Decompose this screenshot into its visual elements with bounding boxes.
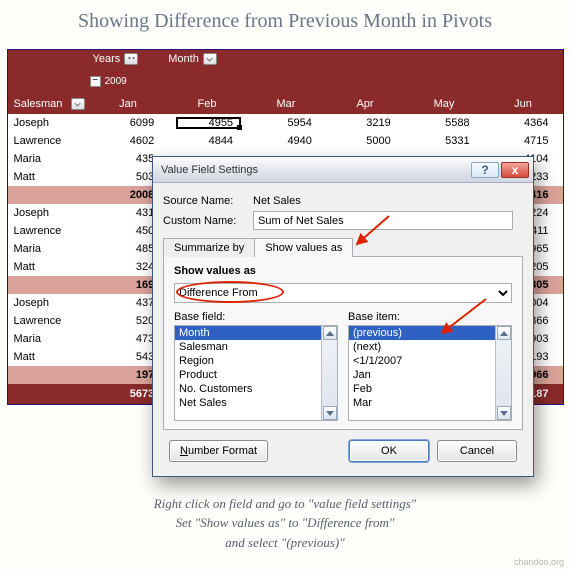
salesman-cell: Joseph: [8, 117, 90, 129]
show-values-as-label: Show values as: [174, 265, 512, 277]
table-row: Joseph609949555954321955884364: [8, 114, 563, 132]
selection-box: [176, 117, 241, 129]
value-cell[interactable]: 4364: [484, 117, 563, 129]
close-button[interactable]: x: [501, 162, 529, 178]
chevron-down-icon[interactable]: [203, 53, 217, 65]
month-header: May: [405, 98, 484, 110]
field-month[interactable]: Month: [168, 53, 217, 65]
tab-show-values-as[interactable]: Show values as: [254, 238, 353, 257]
base-field-list[interactable]: MonthSalesmanRegionProductNo. CustomersN…: [174, 325, 338, 421]
salesman-cell: Maria: [8, 243, 90, 255]
scroll-down-icon[interactable]: [497, 406, 511, 420]
value-field-settings-dialog: Value Field Settings ? x Source Name: Ne…: [152, 156, 534, 477]
salesman-cell: Lawrence: [8, 225, 90, 237]
value-cell[interactable]: 4940: [247, 135, 326, 147]
salesman-cell: Matt: [8, 351, 90, 363]
value-cell[interactable]: 4602: [89, 135, 168, 147]
month-header: Jun: [484, 98, 563, 110]
salesman-cell: Joseph: [8, 297, 90, 309]
filter-icon[interactable]: [124, 53, 138, 65]
list-item[interactable]: No. Customers: [175, 382, 337, 396]
source-name-label: Source Name:: [163, 195, 253, 207]
value-cell[interactable]: 3219: [326, 117, 405, 129]
value-cell[interactable]: 6099: [89, 117, 168, 129]
show-values-as-combo[interactable]: Difference From: [174, 283, 512, 303]
year-value: 2009: [105, 76, 127, 87]
caption-line: and select "(previous)": [0, 533, 570, 553]
pivot-topbar: Years Month − 2009: [8, 50, 563, 94]
list-item[interactable]: Net Sales: [175, 396, 337, 410]
field-years-label: Years: [93, 53, 121, 65]
list-item[interactable]: Salesman: [175, 340, 337, 354]
scrollbar[interactable]: [495, 326, 511, 420]
field-month-label: Month: [168, 53, 199, 65]
list-item[interactable]: Product: [175, 368, 337, 382]
month-header: Jan: [89, 98, 168, 110]
scroll-up-icon[interactable]: [323, 326, 337, 340]
scrollbar[interactable]: [321, 326, 337, 420]
help-button[interactable]: ?: [471, 162, 499, 178]
custom-name-input[interactable]: [253, 211, 513, 230]
salesman-cell: Matt: [8, 171, 90, 183]
value-cell[interactable]: 5331: [405, 135, 484, 147]
dialog-titlebar[interactable]: Value Field Settings ? x: [153, 157, 533, 183]
chevron-down-icon[interactable]: [71, 98, 85, 110]
custom-name-label: Custom Name:: [163, 215, 253, 227]
scroll-up-icon[interactable]: [497, 326, 511, 340]
salesman-cell: Matt: [8, 261, 90, 273]
value-cell[interactable]: 4844: [168, 135, 247, 147]
value-cell[interactable]: 4955: [168, 117, 247, 129]
value-cell[interactable]: 5588: [405, 117, 484, 129]
month-header: Mar: [247, 98, 326, 110]
base-item-list[interactable]: (previous)(next)<1/1/2007JanFebMar: [348, 325, 512, 421]
source-name-value: Net Sales: [253, 195, 301, 207]
field-years[interactable]: Years: [93, 53, 139, 65]
month-header: Feb: [168, 98, 247, 110]
tab-summarize-by[interactable]: Summarize by: [163, 238, 255, 257]
caption-line: Right click on field and go to "value fi…: [0, 494, 570, 514]
salesman-cell: Lawrence: [8, 315, 90, 327]
value-cell[interactable]: 5954: [247, 117, 326, 129]
scroll-down-icon[interactable]: [323, 406, 337, 420]
year-band: − 2009: [90, 72, 563, 90]
salesman-header[interactable]: Salesman: [8, 98, 89, 110]
list-item[interactable]: <1/1/2007: [349, 354, 511, 368]
month-header: Apr: [326, 98, 405, 110]
value-cell[interactable]: 5000: [326, 135, 405, 147]
salesman-cell: Maria: [8, 153, 90, 165]
cancel-button[interactable]: Cancel: [437, 440, 517, 462]
caption: Right click on field and go to "value fi…: [0, 494, 570, 553]
ok-button[interactable]: OK: [349, 440, 429, 462]
column-header-row: Salesman JanFebMarAprMayJun: [8, 94, 563, 114]
number-format-button[interactable]: NNumber Formatumber Format: [169, 440, 268, 462]
list-item[interactable]: Feb: [349, 382, 511, 396]
caption-line: Set "Show values as" to "Difference from…: [0, 513, 570, 533]
salesman-header-label: Salesman: [14, 98, 63, 110]
list-item[interactable]: Region: [175, 354, 337, 368]
base-field-label: Base field:: [174, 311, 338, 323]
credit: chandoo.org: [514, 557, 564, 567]
page-title: Showing Difference from Previous Month i…: [0, 0, 570, 49]
list-item[interactable]: (next): [349, 340, 511, 354]
salesman-cell: Joseph: [8, 207, 90, 219]
list-item[interactable]: (previous): [349, 326, 511, 340]
list-item[interactable]: Month: [175, 326, 337, 340]
tab-panel-show-values: Show values as Difference From Base fiel…: [163, 256, 523, 430]
tab-strip: Summarize by Show values as: [163, 238, 523, 257]
base-item-label: Base item:: [348, 311, 512, 323]
salesman-cell: Lawrence: [8, 135, 90, 147]
collapse-icon[interactable]: −: [90, 76, 101, 87]
list-item[interactable]: Jan: [349, 368, 511, 382]
list-item[interactable]: Mar: [349, 396, 511, 410]
value-cell[interactable]: 4715: [484, 135, 563, 147]
salesman-cell: Maria: [8, 333, 90, 345]
table-row: Lawrence460248444940500053314715: [8, 132, 563, 150]
dialog-title: Value Field Settings: [161, 164, 469, 176]
